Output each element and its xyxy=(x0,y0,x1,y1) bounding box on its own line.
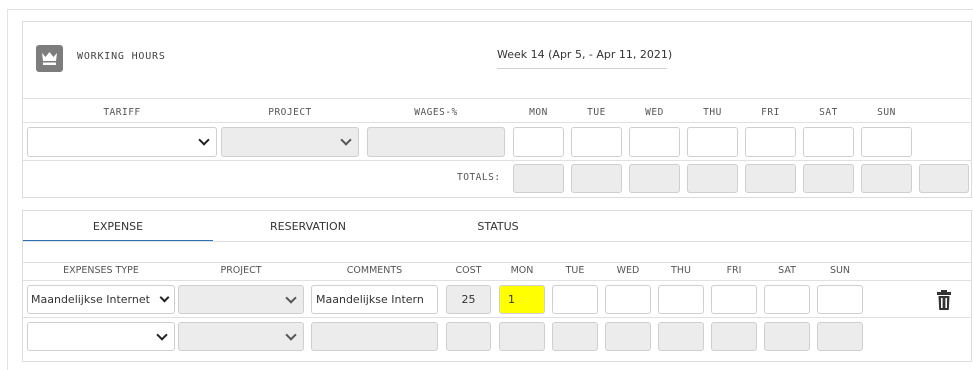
week-selector[interactable]: Week 14 (Apr 5, - Apr 11, 2021) xyxy=(497,48,672,61)
col-header-cost: COST xyxy=(455,265,482,276)
divider xyxy=(23,317,972,318)
cost-field: 25 xyxy=(446,285,491,314)
chevron-down-icon xyxy=(285,291,297,304)
expense-tue-input[interactable] xyxy=(552,285,598,314)
new-expense-project-select[interactable] xyxy=(178,322,304,351)
total-week xyxy=(919,164,969,193)
col-header-project: PROJECT xyxy=(268,107,312,118)
tab-status[interactable]: STATUS xyxy=(403,220,593,233)
project-select[interactable] xyxy=(221,127,359,157)
col-header-mon: MON xyxy=(510,265,534,276)
working-hours-title: WORKING HOURS xyxy=(77,51,166,62)
chevron-down-icon xyxy=(156,328,168,341)
new-expense-mon-input[interactable] xyxy=(499,322,545,351)
col-header-fri: FRI xyxy=(726,265,742,276)
expenses-type-value: Maandelijkse Internet xyxy=(31,293,150,306)
new-expense-sun-input[interactable] xyxy=(817,322,863,351)
total-mon xyxy=(513,164,564,193)
total-sat xyxy=(803,164,854,193)
new-expenses-type-select[interactable] xyxy=(27,322,175,351)
chevron-down-icon xyxy=(159,292,170,303)
expense-project-select[interactable] xyxy=(178,285,304,314)
col-header-tue: TUE xyxy=(587,107,606,118)
expense-mon-input[interactable]: 1 xyxy=(499,285,545,314)
tariff-select[interactable] xyxy=(27,127,217,157)
col-header-tue: TUE xyxy=(565,265,585,276)
total-fri xyxy=(745,164,796,193)
expense-wed-input[interactable] xyxy=(605,285,651,314)
total-sun xyxy=(861,164,912,193)
comments-input[interactable]: Maandelijkse Intern xyxy=(311,285,438,314)
expense-fri-input[interactable] xyxy=(711,285,757,314)
total-tue xyxy=(571,164,622,193)
tab-expense[interactable]: EXPENSE xyxy=(23,220,213,233)
divider xyxy=(23,280,972,281)
expense-sat-input[interactable] xyxy=(764,285,810,314)
col-header-sat: SAT xyxy=(778,265,796,276)
new-cost-field xyxy=(446,322,491,351)
col-header-comments: COMMENTS xyxy=(346,265,403,276)
hours-thu-input[interactable] xyxy=(687,127,738,157)
hours-tue-input[interactable] xyxy=(571,127,622,157)
tab-reservation[interactable]: RESERVATION xyxy=(213,220,403,233)
divider xyxy=(23,122,972,123)
hours-fri-input[interactable] xyxy=(745,127,796,157)
col-header-wed: WED xyxy=(616,265,640,276)
new-expense-tue-input[interactable] xyxy=(552,322,598,351)
col-header-thu: THU xyxy=(703,107,722,118)
chevron-down-icon xyxy=(285,328,297,341)
hours-sun-input[interactable] xyxy=(861,127,912,157)
col-header-tariff: TARIFF xyxy=(103,107,141,118)
divider xyxy=(23,241,972,242)
new-expense-fri-input[interactable] xyxy=(711,322,757,351)
expense-thu-input[interactable] xyxy=(658,285,704,314)
total-thu xyxy=(687,164,738,193)
divider xyxy=(23,262,972,263)
chevron-down-icon xyxy=(340,134,352,146)
col-header-sun: SUN xyxy=(829,265,851,276)
wages-input[interactable] xyxy=(367,127,505,157)
hours-wed-input[interactable] xyxy=(629,127,680,157)
col-header-mon: MON xyxy=(529,107,548,118)
week-selector-underline xyxy=(497,68,667,69)
col-header-wages: WAGES-% xyxy=(414,107,458,118)
col-header-thu: THU xyxy=(671,265,691,276)
divider xyxy=(23,160,972,161)
hours-mon-input[interactable] xyxy=(513,127,564,157)
chevron-down-icon xyxy=(198,134,210,146)
col-header-wed: WED xyxy=(645,107,664,118)
col-header-sun: SUN xyxy=(877,107,896,118)
col-header-expenses-type: EXPENSES TYPE xyxy=(63,265,139,276)
total-wed xyxy=(629,164,680,193)
hours-sat-input[interactable] xyxy=(803,127,854,157)
crown-icon xyxy=(36,45,63,72)
expenses-type-select[interactable]: Maandelijkse Internet xyxy=(27,285,175,314)
new-expense-wed-input[interactable] xyxy=(605,322,651,351)
new-comments-input[interactable] xyxy=(311,322,438,351)
new-expense-sat-input[interactable] xyxy=(764,322,810,351)
expense-sun-input[interactable] xyxy=(817,285,863,314)
col-header-fri: FRI xyxy=(761,107,780,118)
totals-label: TOTALS: xyxy=(457,172,501,183)
trash-icon[interactable] xyxy=(936,289,952,313)
divider xyxy=(23,98,972,99)
col-header-project: PROJECT xyxy=(220,265,262,276)
col-header-sat: SAT xyxy=(819,107,838,118)
new-expense-thu-input[interactable] xyxy=(658,322,704,351)
